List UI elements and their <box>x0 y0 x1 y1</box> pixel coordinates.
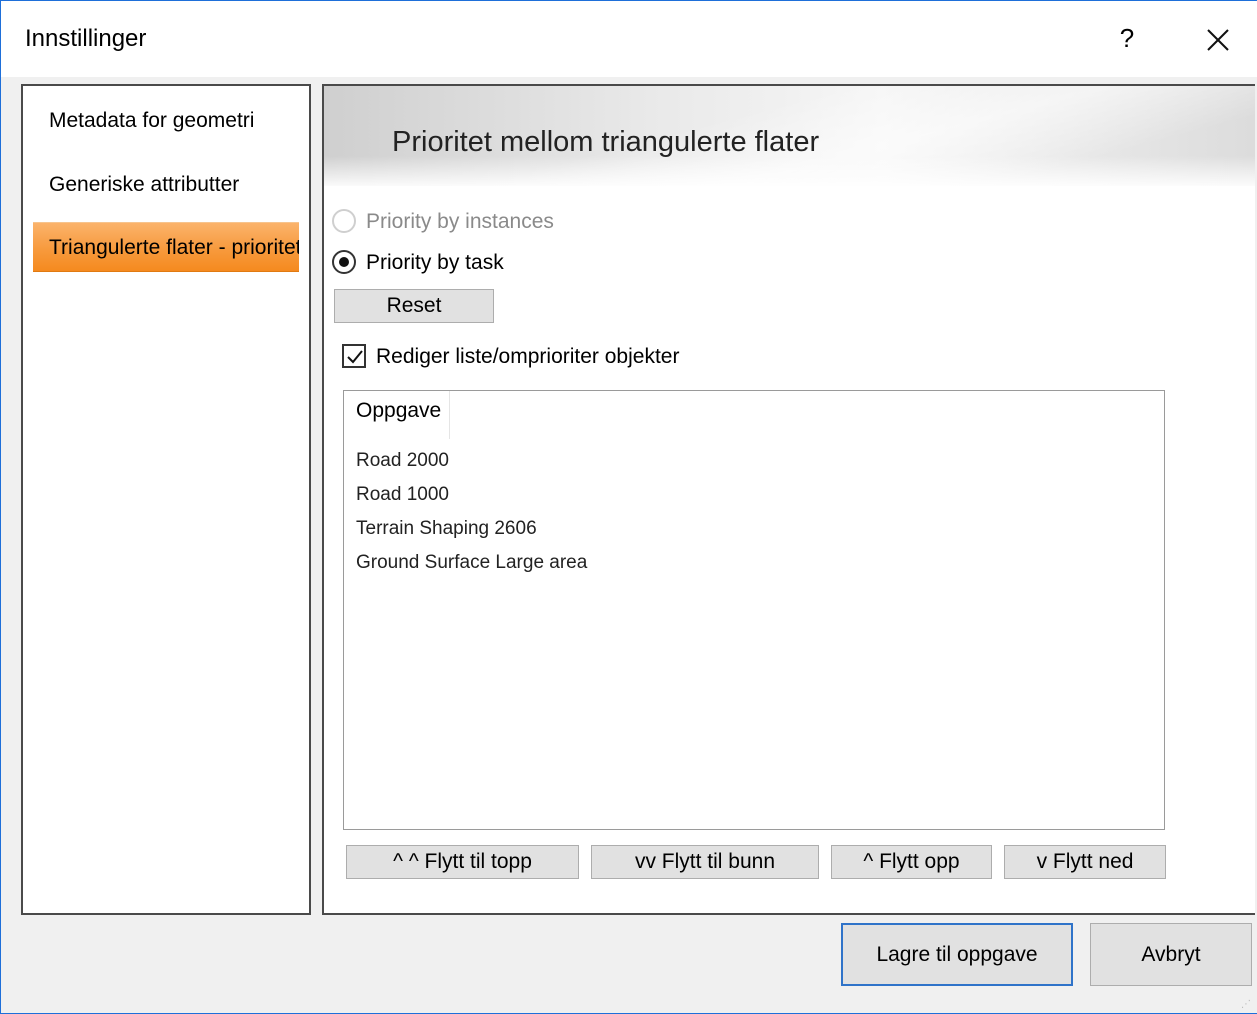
nav-item-triangulated-surfaces[interactable]: Triangulerte flater - prioritet <box>33 222 299 272</box>
list-item[interactable]: Ground Surface Large area <box>356 548 587 578</box>
settings-nav: Metadata for geometri Generiske attribut… <box>21 84 311 915</box>
resize-grip-icon[interactable]: ⋰ <box>1241 999 1251 1010</box>
page-title: Prioritet mellom triangulerte flater <box>392 126 820 158</box>
move-up-button[interactable]: ^ Flytt opp <box>831 845 992 879</box>
reset-button[interactable]: Reset <box>334 289 494 323</box>
move-to-bottom-button[interactable]: vv Flytt til bunn <box>591 845 819 879</box>
radio-selected-icon <box>332 249 356 274</box>
move-to-top-button[interactable]: ^ ^ Flytt til topp <box>346 845 579 879</box>
close-button[interactable] <box>1201 23 1235 57</box>
column-header-task[interactable]: Oppgave <box>344 391 451 439</box>
move-down-button[interactable]: v Flytt ned <box>1004 845 1166 879</box>
save-to-task-button[interactable]: Lagre til oppgave <box>841 923 1073 986</box>
list-item[interactable]: Terrain Shaping 2606 <box>356 514 537 544</box>
settings-dialog: Innstillinger ? Metadata for geometri Ge… <box>0 0 1257 1014</box>
cancel-button[interactable]: Avbryt <box>1090 923 1252 986</box>
radio-unselected-icon <box>332 208 356 233</box>
dialog-title: Innstillinger <box>25 25 147 52</box>
title-bar: Innstillinger ? <box>1 1 1257 77</box>
content-panel: Prioritet mellom triangulerte flater Pri… <box>322 84 1255 915</box>
close-icon <box>1207 29 1229 51</box>
radio-label: Priority by instances <box>366 210 554 233</box>
nav-item-generic-attributes[interactable]: Generiske attributter <box>33 160 299 210</box>
nav-item-metadata[interactable]: Metadata for geometri <box>33 96 299 146</box>
checkbox-label: Rediger liste/omprioriter objekter <box>376 345 680 368</box>
radio-priority-by-instances[interactable]: Priority by instances <box>332 207 554 237</box>
help-button[interactable]: ? <box>1113 23 1141 55</box>
radio-label: Priority by task <box>366 251 504 274</box>
list-item[interactable]: Road 2000 <box>356 446 449 476</box>
task-priority-list[interactable]: Oppgave Road 2000 Road 1000 Terrain Shap… <box>343 390 1165 830</box>
edit-list-checkbox[interactable]: Rediger liste/omprioriter objekter <box>342 342 679 372</box>
header-banner: Prioritet mellom triangulerte flater <box>324 86 1255 186</box>
radio-priority-by-task[interactable]: Priority by task <box>332 248 504 278</box>
checkbox-checked-icon <box>342 343 366 368</box>
list-item[interactable]: Road 1000 <box>356 480 449 510</box>
